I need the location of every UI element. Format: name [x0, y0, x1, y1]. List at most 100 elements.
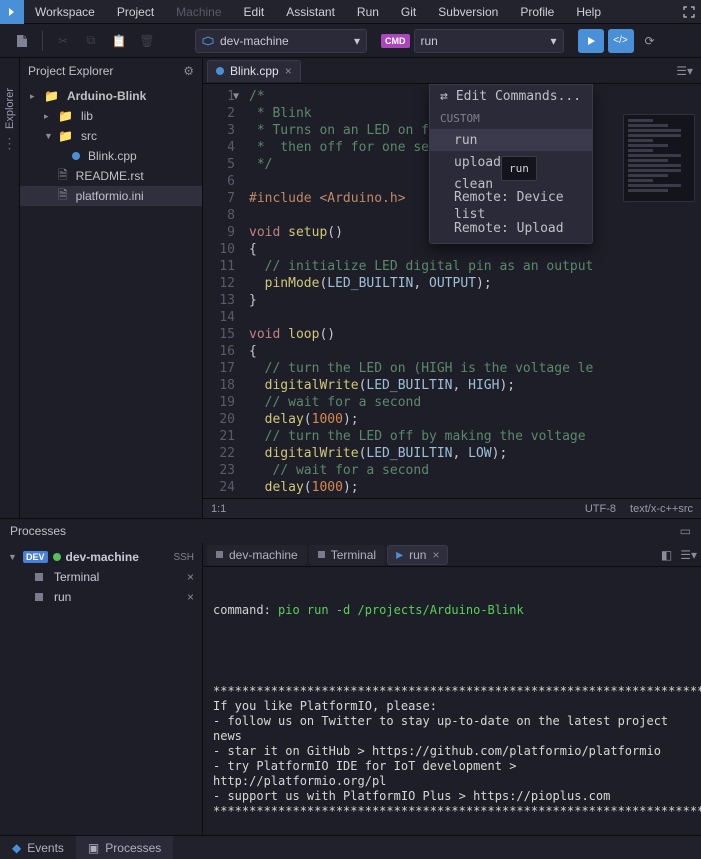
command-item[interactable]: run	[430, 129, 592, 151]
menu-profile[interactable]: Profile	[509, 0, 565, 24]
tree-item-label: src	[81, 129, 97, 143]
cube-icon	[202, 36, 214, 46]
cursor-position: 1:1	[211, 503, 226, 515]
processes-tab[interactable]: ▣ Processes	[76, 836, 173, 859]
paste-icon: 📋	[107, 29, 131, 53]
menu-git[interactable]: Git	[390, 0, 427, 24]
menubar: WorkspaceProjectMachineEditAssistantRunG…	[0, 0, 701, 24]
cut-icon: ✂	[51, 29, 75, 53]
process-tab[interactable]: Terminal	[309, 545, 385, 565]
side-rail-label[interactable]: Explorer	[4, 88, 16, 129]
sliders-icon: ⇄	[440, 88, 448, 105]
folder-icon: 📁	[58, 109, 73, 123]
editor-statusbar: 1:1 UTF-8 text/x-c++src	[203, 498, 701, 518]
folder-icon: 📁	[58, 129, 73, 143]
command-item[interactable]: Remote: Device list	[430, 195, 592, 217]
menu-project[interactable]: Project	[106, 0, 165, 24]
split-icon[interactable]: ◧	[661, 548, 672, 562]
processes-panel: Processes ▭ ▼ DEV dev-machine SSH Termin…	[0, 518, 701, 835]
separator	[42, 31, 43, 51]
machine-select[interactable]: dev-machine ▾	[195, 29, 367, 53]
tree-item[interactable]: Blink.cpp	[20, 146, 202, 166]
file-tree: ▸📁Arduino-Blink▸📁lib▼📁srcBlink.cpp🗎READM…	[20, 84, 202, 208]
delete-icon: 🗑	[135, 29, 159, 53]
events-tab[interactable]: ◆ Events	[0, 836, 76, 859]
process-item[interactable]: run×	[0, 587, 202, 607]
edit-commands-item[interactable]: ⇄ Edit Commands...	[430, 85, 592, 107]
process-terminal-area: dev-machineTerminal▸run× ◧ ☰▾ command: p…	[203, 543, 701, 835]
project-explorer: Project Explorer ⚙ ▸📁Arduino-Blink▸📁lib▼…	[20, 58, 203, 518]
process-item[interactable]: Terminal×	[0, 567, 202, 587]
tree-item-label: README.rst	[76, 169, 144, 183]
menu-subversion[interactable]: Subversion	[427, 0, 509, 24]
toolbar: ✂ ⧉ 📋 🗑 dev-machine ▾ CMD run ▾ </> ⟳	[0, 24, 701, 58]
tree-item[interactable]: ▸📁Arduino-Blink	[20, 86, 202, 106]
menu-section: CUSTOM	[430, 107, 592, 129]
chevron-down-icon: ▼	[8, 552, 18, 562]
run-button[interactable]	[578, 29, 604, 53]
project-icon: 📁	[44, 89, 59, 103]
refresh-icon[interactable]: ⟳	[638, 29, 662, 53]
machine-label: dev-machine	[220, 34, 289, 48]
chevron-down-icon: ▾	[550, 34, 556, 48]
tree-item[interactable]: 🗎 README.rst	[20, 166, 202, 186]
process-machine-row[interactable]: ▼ DEV dev-machine SSH	[0, 547, 202, 567]
side-rail: Explorer ⋮	[0, 58, 20, 518]
fullscreen-icon[interactable]	[677, 0, 701, 24]
processes-title: Processes	[10, 524, 66, 538]
machine-name: dev-machine	[66, 550, 139, 564]
fold-icon[interactable]: ▼	[233, 88, 239, 105]
command-select[interactable]: run ▾	[414, 29, 564, 53]
menu-machine[interactable]: Machine	[165, 0, 232, 24]
line-gutter: 1234567891011121314151617181920212223242…	[203, 84, 243, 498]
status-dot-icon	[53, 553, 61, 561]
file-type: text/x-c++src	[630, 503, 693, 515]
terminal-icon: ▣	[88, 841, 99, 855]
cpp-icon	[72, 152, 80, 160]
events-icon: ◆	[12, 841, 21, 855]
file-type-icon	[216, 67, 224, 75]
process-tab[interactable]: ▸run×	[387, 545, 448, 565]
more-icon[interactable]: ⋮	[3, 135, 17, 152]
tree-item-label: platformio.ini	[76, 189, 144, 203]
menu-icon[interactable]: ☰▾	[680, 548, 697, 562]
settings-icon[interactable]: ▭	[680, 524, 691, 538]
menu-edit[interactable]: Edit	[233, 0, 276, 24]
file-icon: 🗎	[58, 186, 68, 207]
editor-tabs: Blink.cpp × ☰▾	[203, 58, 701, 84]
processes-header: Processes ▭	[0, 519, 701, 543]
tree-item[interactable]: ▼📁src	[20, 126, 202, 146]
process-tree: ▼ DEV dev-machine SSH Terminal×run×	[0, 543, 203, 835]
cmd-badge: CMD	[381, 34, 410, 48]
menu-assistant[interactable]: Assistant	[275, 0, 346, 24]
menu-run[interactable]: Run	[346, 0, 390, 24]
command-label: run	[421, 34, 438, 48]
new-file-icon[interactable]	[10, 29, 34, 53]
tree-item[interactable]: 🗎 platformio.ini	[20, 186, 202, 206]
debug-button[interactable]: </>	[608, 29, 634, 53]
process-tab[interactable]: dev-machine	[207, 545, 307, 565]
file-icon: 🗎	[58, 166, 68, 187]
menu-icon[interactable]: ☰▾	[676, 64, 693, 78]
app-logo[interactable]	[0, 0, 24, 24]
copy-icon: ⧉	[79, 29, 103, 53]
menu-workspace[interactable]: Workspace	[24, 0, 106, 24]
close-icon[interactable]: ×	[285, 64, 292, 78]
menu-help[interactable]: Help	[565, 0, 612, 24]
tooltip: run	[501, 156, 537, 181]
editor-tab[interactable]: Blink.cpp ×	[207, 60, 301, 82]
connection-type: SSH	[173, 552, 194, 563]
minimap[interactable]	[623, 114, 695, 202]
terminal-output[interactable]: command: pio run -d /projects/Arduino-Bl…	[203, 567, 701, 835]
explorer-title: Project Explorer	[28, 64, 113, 78]
code-area[interactable]: ▼ 12345678910111213141516171819202122232…	[203, 84, 701, 498]
tree-item[interactable]: ▸📁lib	[20, 106, 202, 126]
gear-icon[interactable]: ⚙	[183, 64, 194, 78]
chevron-down-icon: ▾	[354, 34, 360, 48]
tree-item-label: lib	[81, 109, 93, 123]
tree-item-label: Arduino-Blink	[67, 89, 146, 103]
main-area: Explorer ⋮ Project Explorer ⚙ ▸📁Arduino-…	[0, 58, 701, 518]
editor: Blink.cpp × ☰▾ ▼ 12345678910111213141516…	[203, 58, 701, 518]
tree-item-label: Blink.cpp	[88, 149, 137, 163]
process-tabs: dev-machineTerminal▸run× ◧ ☰▾	[203, 543, 701, 567]
